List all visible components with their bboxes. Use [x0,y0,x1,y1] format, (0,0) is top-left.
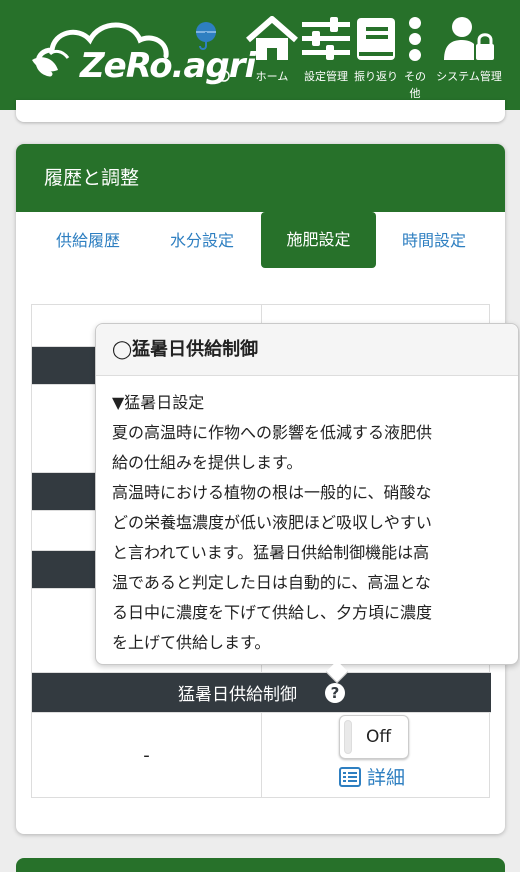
popover-line: を上げて供給します。 [112,633,271,652]
zero-agri-logo[interactable]: ZeRo.agri [28,14,256,98]
nav-home-label: ホーム [255,70,289,83]
more-icon [409,17,421,61]
popover-line: る日中に濃度を下げて供給し、夕方頃に濃度 [112,603,433,622]
tab-supply-history[interactable]: 供給履歴 [36,214,140,268]
card-title: 履歴と調整 [16,144,505,212]
popover-line: 夏の高温時に作物への影響を低減する液肥供 [112,423,433,442]
toggle-knob [344,720,352,754]
popover-line: と言われています。猛暑日供給制御機能は高 [112,543,430,562]
app-header: ZeRo.agri ホーム 設定管理 振り返り その他 システム管理 [0,0,520,110]
tab-fertilizer-settings[interactable]: 施肥設定 [261,212,376,268]
col1-value: - [143,744,150,766]
nav-system[interactable]: システム管理 [436,10,502,106]
heat-control-title-text: 猛暑日供給制御 [178,685,297,705]
list-icon [339,766,361,787]
tab-time-settings[interactable]: 時間設定 [382,214,486,268]
detail-label: 詳細 [367,767,406,789]
nav-other[interactable]: その他 [400,10,430,106]
heat-control-title: 猛暑日供給制御 ? [32,673,491,712]
user-lock-icon [444,17,494,60]
tab-bar: 供給履歴 水分設定 施肥設定 時間設定 [16,212,505,270]
popover-title: ◯猛暑日供給制御 [96,324,518,376]
popover-line: 高温時における植物の根は一般的に、硝酸な [112,483,432,502]
nav-other-label: その他 [404,70,426,100]
nav-review[interactable]: 振り返り [354,10,398,106]
nav-settings[interactable]: 設定管理 [300,10,352,106]
heat-control-header-row: 猛暑日供給制御 ? [32,673,491,713]
nav-system-label: システム管理 [436,70,502,83]
home-icon [246,16,298,60]
heat-control-toggle[interactable]: Off [339,715,409,759]
nav-settings-label: 設定管理 [304,70,348,83]
popover-body: ▼猛暑日設定 夏の高温時に作物への影響を低減する液肥供 給の仕組みを提供します。… [96,376,518,658]
next-card [16,858,505,872]
toggle-label: Off [366,727,392,747]
sliders-icon [302,17,350,60]
tab-moisture-settings[interactable]: 水分設定 [150,214,254,268]
logo-text: ZeRo.agri [80,46,256,86]
popover-line: 給の仕組みを提供します。 [112,453,303,472]
nav-home[interactable]: ホーム [246,10,298,106]
help-popover: ◯猛暑日供給制御 ▼猛暑日設定 夏の高温時に作物への影響を低減する液肥供 給の仕… [95,323,519,684]
book-icon [357,18,395,60]
help-question-icon[interactable]: ? [325,682,345,703]
popover-line: 温であると判定した日は自動的に、高温とな [112,573,431,592]
heat-control-row: - Off 詳細 [32,713,491,797]
popover-line: どの栄養塩濃度が低い液肥ほど吸収しやすい [112,513,432,532]
detail-link[interactable]: 詳細 [339,763,405,790]
popover-subtitle: ▼猛暑日設定 [112,393,205,412]
nav-review-label: 振り返り [354,70,398,83]
previous-card [16,100,505,122]
